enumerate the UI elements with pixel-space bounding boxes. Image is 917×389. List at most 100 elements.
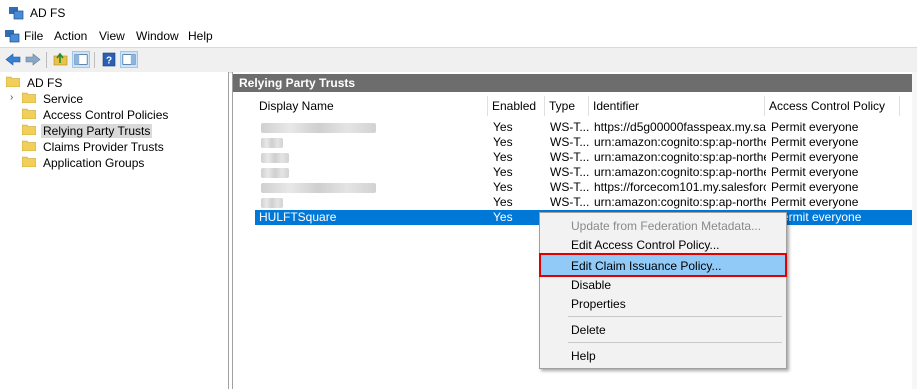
column-header-label: Enabled xyxy=(492,99,537,113)
cell-policy: Permit everyone xyxy=(771,120,859,134)
column-header-access-control-policy[interactable]: Access Control Policy xyxy=(765,96,900,116)
tree-item-label: Application Groups xyxy=(43,156,145,170)
table-row[interactable]: Yes WS-T... urn:amazon:cognito:sp:ap-nor… xyxy=(255,135,917,150)
up-folder-icon[interactable] xyxy=(52,51,70,68)
menu-window[interactable]: Window xyxy=(136,29,179,43)
redacted-name xyxy=(261,183,376,193)
folder-icon xyxy=(22,124,36,135)
cell-type: WS-T... xyxy=(550,165,590,179)
table-row[interactable]: Yes WS-T... urn:amazon:cognito:sp:ap-nor… xyxy=(255,150,917,165)
cell-policy: Permit everyone xyxy=(771,195,859,209)
cell-enabled: Yes xyxy=(493,165,513,179)
cell-policy: Permit everyone xyxy=(771,135,859,149)
folder-icon xyxy=(22,92,36,103)
cell-policy: Permit everyone xyxy=(771,180,859,194)
redacted-name xyxy=(261,123,376,133)
cell-policy: ermit everyone xyxy=(782,210,862,224)
menu-item-label: Edit Claim Issuance Policy... xyxy=(571,259,722,273)
cell-type: WS-T... xyxy=(550,120,590,134)
menu-item-label: Edit Access Control Policy... xyxy=(571,238,720,252)
title-bar: AD FS xyxy=(0,0,917,26)
column-header-label: Identifier xyxy=(593,99,640,113)
menu-separator xyxy=(568,342,782,343)
cell-type: WS-T... xyxy=(550,195,590,209)
tree-item-label: Relying Party Trusts xyxy=(41,124,153,138)
toolbar: ? xyxy=(0,47,917,73)
menu-item-update-from-federation-metadata[interactable]: Update from Federation Metadata... xyxy=(541,215,785,235)
cell-identifier: urn:amazon:cognito:sp:ap-northeast-1... xyxy=(594,165,766,179)
menu-item-edit-access-control-policy[interactable]: Edit Access Control Policy... xyxy=(541,234,785,254)
menu-item-label: Delete xyxy=(571,323,606,337)
cell-enabled: Yes xyxy=(493,210,513,224)
column-header-type[interactable]: Type xyxy=(545,96,589,116)
tree-item-label: Service xyxy=(43,92,84,106)
forward-arrow-icon[interactable] xyxy=(24,51,42,68)
cell-policy: Permit everyone xyxy=(771,165,859,179)
cell-display-name: HULFTSquare xyxy=(259,210,337,224)
table-row[interactable]: Yes WS-T... urn:amazon:cognito:sp:ap-nor… xyxy=(255,195,917,210)
menu-view[interactable]: View xyxy=(99,29,125,43)
tree-item-label: Access Control Policies xyxy=(43,108,169,122)
menu-item-delete[interactable]: Delete xyxy=(541,319,785,339)
cell-identifier: urn:amazon:cognito:sp:ap-northeast-1... xyxy=(594,135,766,149)
vertical-scrollbar[interactable] xyxy=(912,72,917,389)
adfs-icon xyxy=(9,7,24,20)
menu-item-properties[interactable]: Properties xyxy=(541,293,785,313)
pane-title: Relying Party Trusts xyxy=(239,76,356,90)
context-menu: Update from Federation Metadata... Edit … xyxy=(539,212,787,369)
cell-type: WS-T... xyxy=(550,180,590,194)
console-tree: AD FS › Service Access Control Policies … xyxy=(0,72,229,389)
menu-item-disable[interactable]: Disable xyxy=(541,274,785,294)
cell-type: WS-T... xyxy=(550,150,590,164)
table-row[interactable]: Yes WS-T... https://forcecom101.my.sales… xyxy=(255,180,917,195)
show-hide-console-tree-icon[interactable] xyxy=(72,51,90,68)
menu-file[interactable]: File xyxy=(24,29,43,43)
column-header-enabled[interactable]: Enabled xyxy=(488,96,545,116)
window-title: AD FS xyxy=(30,6,66,20)
column-header-label: Display Name xyxy=(259,99,334,113)
menu-item-label: Help xyxy=(571,349,596,363)
cell-enabled: Yes xyxy=(493,135,513,149)
table-row[interactable]: Yes WS-T... urn:amazon:cognito:sp:ap-nor… xyxy=(255,165,917,180)
folder-icon xyxy=(22,156,36,167)
table-row[interactable]: Yes WS-T... https://d5g00000fasspeax.my.… xyxy=(255,120,917,135)
menu-bar: File Action View Window Help xyxy=(0,26,917,46)
cell-enabled: Yes xyxy=(493,150,513,164)
folder-icon xyxy=(22,108,36,119)
cell-policy: Permit everyone xyxy=(771,150,859,164)
folder-icon xyxy=(6,76,20,87)
column-header-label: Type xyxy=(549,99,576,113)
chevron-right-icon[interactable]: › xyxy=(10,92,13,103)
redacted-name xyxy=(261,198,283,208)
back-arrow-icon[interactable] xyxy=(4,51,22,68)
adfs-menu-icon[interactable] xyxy=(4,29,20,43)
cell-enabled: Yes xyxy=(493,195,513,209)
tree-root-label: AD FS xyxy=(27,76,63,90)
redacted-name xyxy=(261,153,289,163)
menu-action[interactable]: Action xyxy=(54,29,87,43)
toolbar-separator xyxy=(94,52,95,68)
column-header-display-name[interactable]: Display Name xyxy=(255,96,488,116)
help-icon[interactable]: ? xyxy=(100,51,118,68)
cell-type: WS-T... xyxy=(550,135,590,149)
cell-identifier: https://forcecom101.my.salesforce.com xyxy=(594,180,766,194)
show-hide-action-pane-icon[interactable] xyxy=(120,51,138,68)
svg-text:?: ? xyxy=(106,56,112,67)
folder-icon xyxy=(22,140,36,151)
cell-identifier: urn:amazon:cognito:sp:ap-northeast-1... xyxy=(594,195,766,209)
toolbar-separator xyxy=(46,52,47,68)
column-header-identifier[interactable]: Identifier xyxy=(589,96,765,116)
pane-header: Relying Party Trusts xyxy=(233,74,917,92)
menu-item-edit-claim-issuance-policy[interactable]: Edit Claim Issuance Policy... xyxy=(539,253,787,277)
menu-help[interactable]: Help xyxy=(188,29,213,43)
tree-item-label: Claims Provider Trusts xyxy=(43,140,164,154)
menu-separator xyxy=(568,316,782,317)
menu-item-label: Update from Federation Metadata... xyxy=(571,219,762,233)
menu-item-label: Properties xyxy=(571,297,626,311)
menu-item-help[interactable]: Help xyxy=(541,345,785,365)
cell-identifier: https://d5g00000fasspeax.my.salesfo... xyxy=(594,120,766,134)
menu-item-label: Disable xyxy=(571,278,612,292)
redacted-name xyxy=(261,168,289,178)
column-header-label: Access Control Policy xyxy=(769,99,886,113)
cell-identifier: urn:amazon:cognito:sp:ap-northeast-1... xyxy=(594,150,766,164)
